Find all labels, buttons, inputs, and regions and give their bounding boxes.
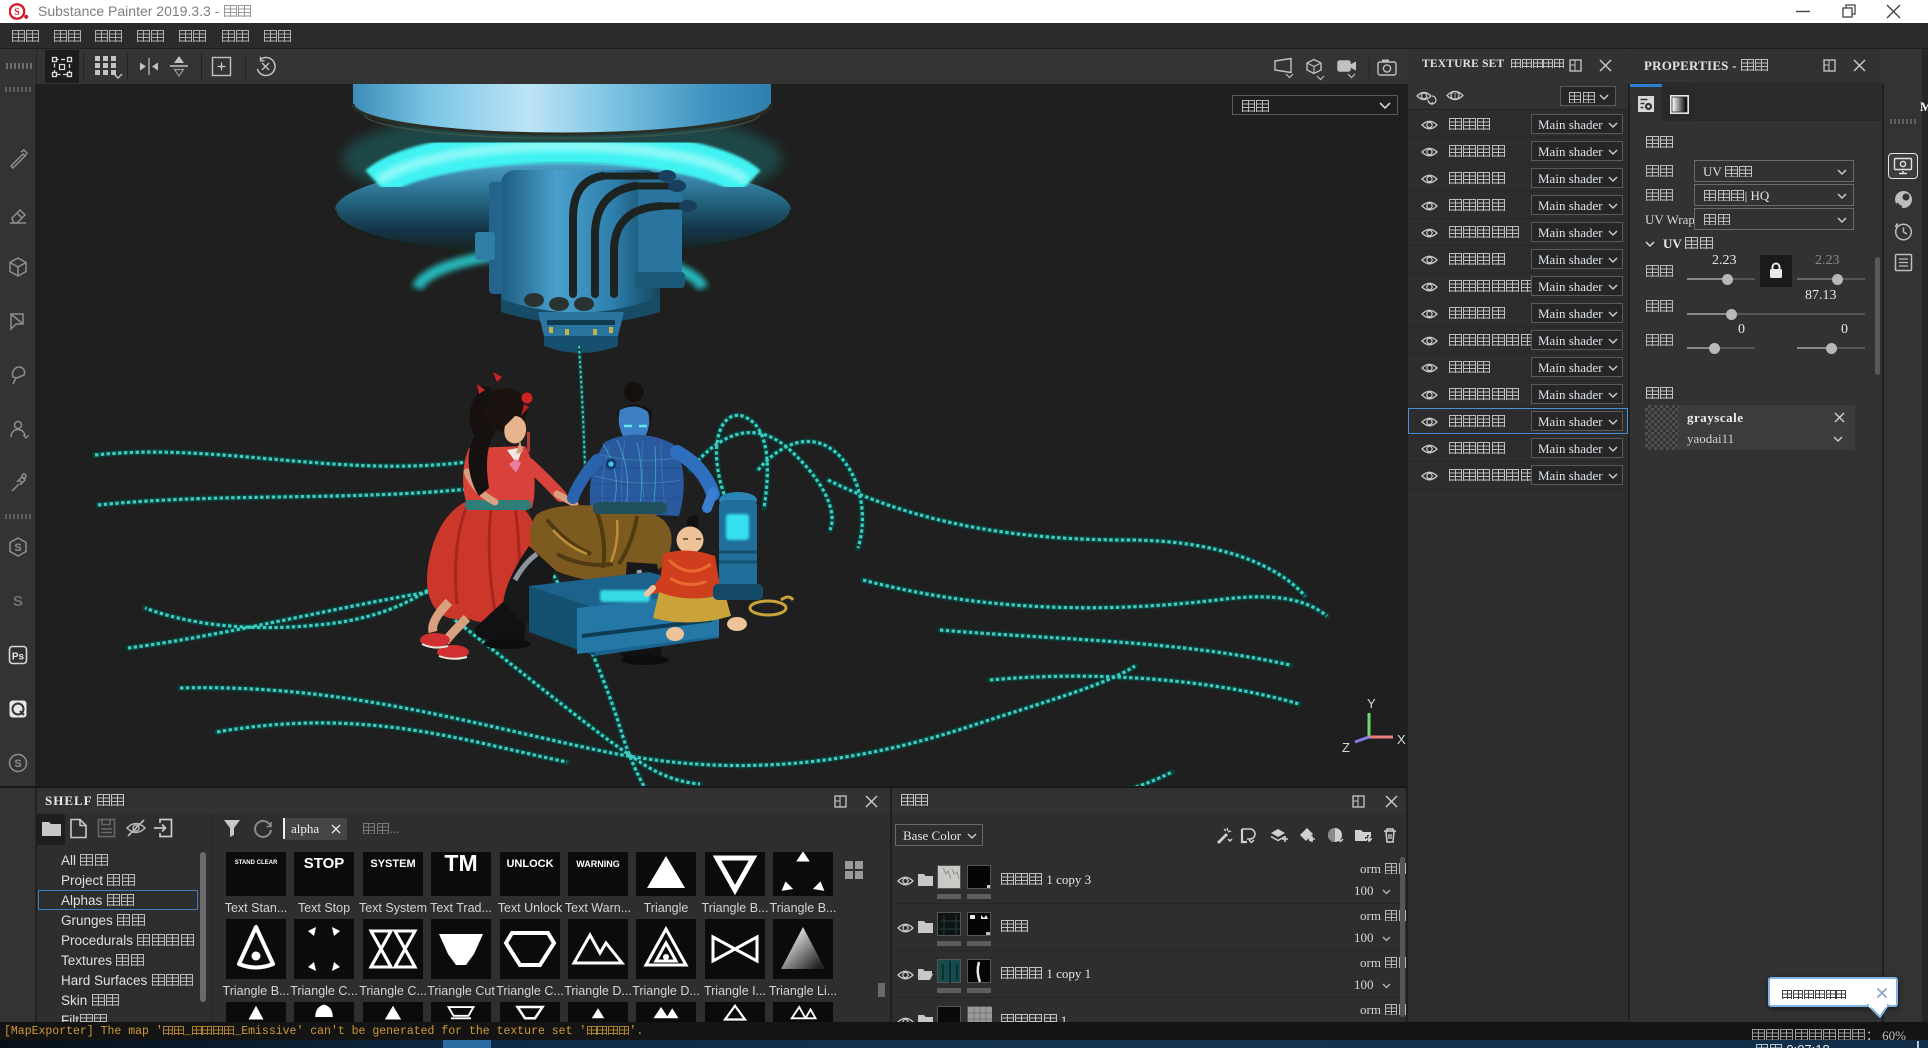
svg-text:S: S [14,542,21,554]
svg-text:S: S [14,758,21,770]
svg-text:S: S [13,593,23,610]
svg-text:X: X [1397,732,1406,747]
svg-text:Y: Y [1367,696,1376,711]
svg-text:Ps: Ps [12,652,25,663]
svg-text:Z: Z [1342,740,1350,755]
svg-text:1: 1 [1453,92,1457,101]
svg-text:S: S [14,7,20,18]
